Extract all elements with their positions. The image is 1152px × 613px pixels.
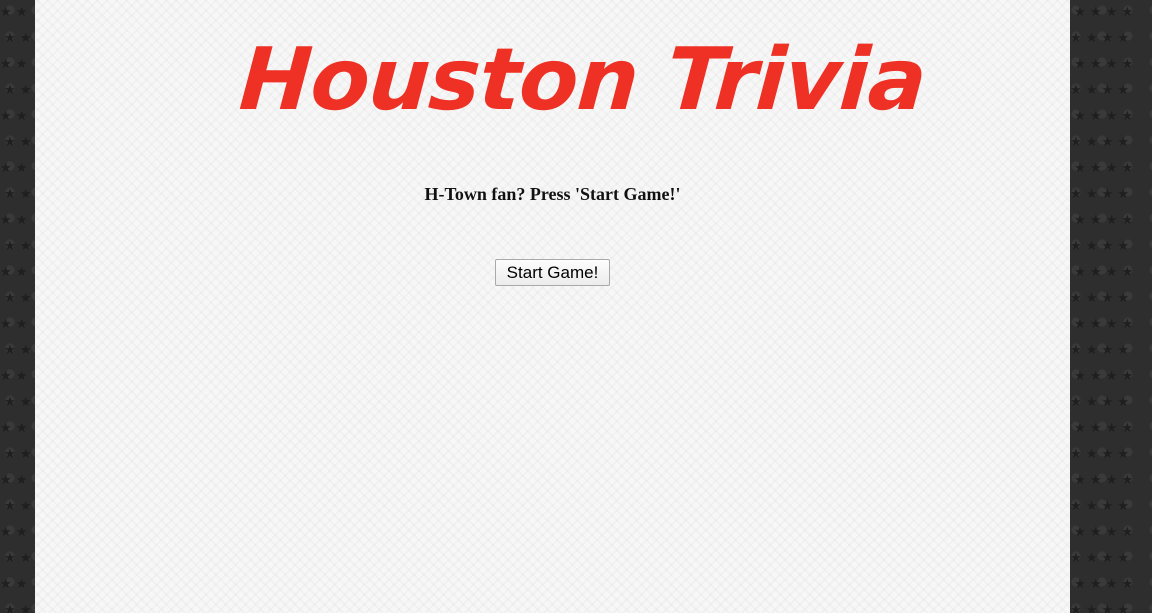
start-prompt: H-Town fan? Press 'Start Game!': [424, 184, 681, 204]
start-game-button[interactable]: Start Game!: [495, 259, 610, 286]
page-title: Houston Trivia: [236, 30, 930, 130]
content-panel: Houston Trivia H-Town fan? Press 'Start …: [35, 0, 1070, 613]
star-pattern-right: ★ ★ ★ ★ ★ ★ ★ ★ ★ ★ ★ ★ ★ ★ ★ ★ ★ ★ ★ ★ …: [1070, 5, 1134, 613]
star-pattern-left: ★ ★ ★ ★ ★ ★ ★ ★ ★ ★ ★ ★ ★ ★ ★ ★ ★ ★ ★ ★ …: [0, 5, 32, 613]
